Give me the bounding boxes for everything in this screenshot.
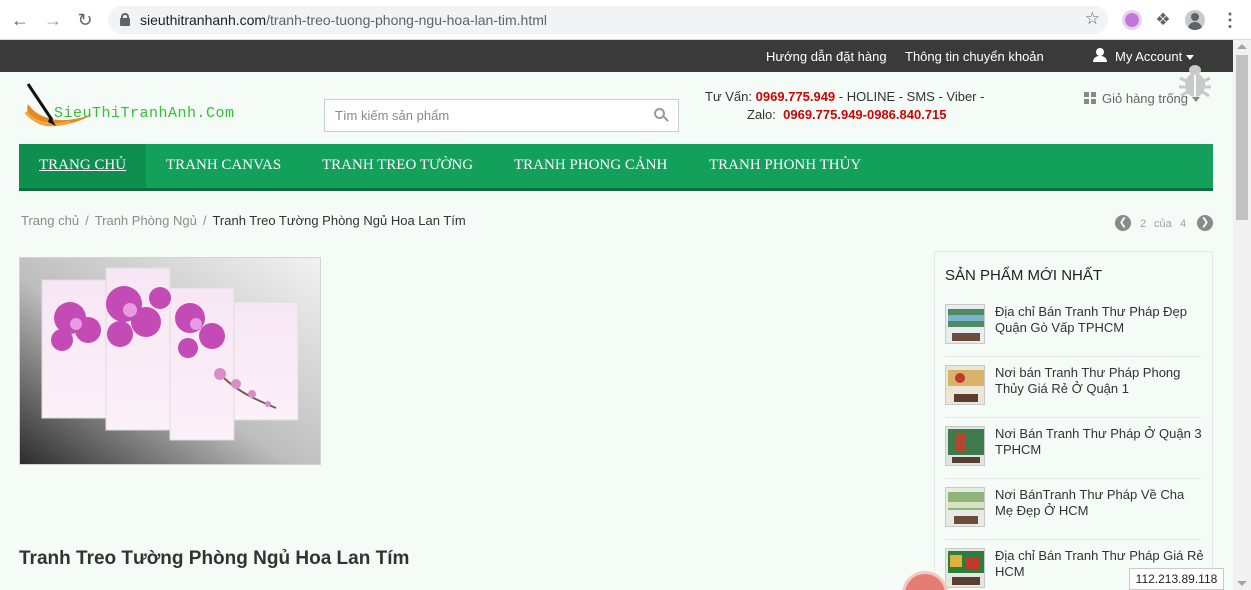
breadcrumb: Trang chủ / Tranh Phòng Ngủ / Tranh Treo Tườ… — [21, 213, 466, 228]
browser-menu-icon[interactable]: ⋮ — [1220, 10, 1240, 30]
scroll-thumb[interactable] — [1236, 55, 1248, 220]
breadcrumb-home[interactable]: Trang chủ — [21, 213, 79, 228]
url-path: /tranh-treo-tuong-phong-ngu-hoa-lan-tim.… — [266, 12, 548, 28]
url-text[interactable]: sieuthitranhanh.com/tranh-treo-tuong-pho… — [140, 12, 547, 28]
order-guide-link[interactable]: Hướng dẫn đặt hàng — [766, 49, 887, 64]
breadcrumb-current: Tranh Treo Tường Phòng Ngủ Hoa Lan Tím — [212, 213, 466, 228]
zalo-label: Zalo: — [747, 107, 776, 122]
list-item[interactable]: Nơi BánTranh Thư Pháp Về Cha Mẹ Đẹp Ở HC… — [945, 479, 1201, 540]
main-navigation: TRANG CHỦ TRANH CANVAS TRANH TREO TƯỜNG … — [19, 144, 1213, 191]
user-icon — [1093, 48, 1107, 62]
next-chevron-icon[interactable]: ❯ — [1197, 215, 1213, 231]
consult-channels: - HOLINE - SMS - Viber - — [838, 89, 985, 104]
search-icon[interactable] — [654, 108, 670, 124]
product-link[interactable]: Nơi Bán Tranh Thư Pháp Ở Quận 3 TPHCM — [995, 426, 1205, 458]
profile-avatar-icon[interactable] — [1185, 10, 1205, 30]
site-logo[interactable]: SieuThiTranhAnh.Com — [22, 82, 272, 132]
product-thumbnail[interactable] — [945, 487, 985, 527]
zalo-line: Zalo: 0969.775.949-0986.840.715 — [747, 107, 947, 122]
url-domain: sieuthitranhanh.com — [140, 12, 267, 28]
breadcrumb-separator: / — [85, 213, 89, 228]
nav-item-wall-art[interactable]: TRANH TREO TƯỜNG — [302, 144, 493, 188]
reload-icon[interactable]: ↻ — [74, 9, 96, 31]
search-input[interactable] — [325, 100, 645, 131]
prev-chevron-icon[interactable]: ❮ — [1115, 215, 1131, 231]
search-box — [324, 99, 679, 132]
nav-item-landscape[interactable]: TRANH PHONG CẢNH — [494, 144, 687, 188]
list-item[interactable]: Nơi Bán Tranh Thư Pháp Ở Quận 3 TPHCM — [945, 418, 1202, 479]
extension-icon[interactable] — [1122, 10, 1142, 30]
back-arrow-icon[interactable]: ← — [9, 9, 31, 31]
list-item[interactable]: Địa chỉ Bán Tranh Thư Pháp Đẹp Quận Gò V… — [945, 296, 1201, 357]
sidebar-title: SẢN PHẨM MỚI NHẤT — [945, 267, 1103, 284]
product-thumbnail[interactable] — [945, 365, 985, 405]
pager-current: 2 — [1140, 218, 1147, 230]
bug-icon[interactable] — [1178, 62, 1212, 100]
product-link[interactable]: Nơi BánTranh Thư Pháp Về Cha Mẹ Đẹp Ở HC… — [995, 487, 1205, 519]
bookmark-star-icon[interactable]: ☆ — [1085, 9, 1100, 29]
nav-item-canvas[interactable]: TRANH CANVAS — [146, 144, 301, 188]
consult-phone[interactable]: 0969.775.949 — [756, 89, 836, 104]
orchid-canvas-image — [20, 258, 320, 464]
product-thumbnail[interactable] — [945, 304, 985, 344]
list-item[interactable]: Nơi bán Tranh Thư Pháp Phong Thủy Giá Rẻ… — [945, 357, 1201, 418]
product-title: Tranh Treo Tường Phòng Ngủ Hoa Lan Tím — [19, 548, 410, 569]
pager-of: của — [1154, 218, 1172, 230]
lock-icon — [120, 13, 130, 26]
product-image[interactable] — [19, 257, 321, 465]
chevron-down-icon — [1186, 55, 1195, 61]
product-link[interactable]: Nơi bán Tranh Thư Pháp Phong Thủy Giá Rẻ… — [995, 365, 1205, 397]
logo-text: SieuThiTranhAnh.Com — [54, 105, 235, 122]
scroll-up-icon[interactable] — [1237, 44, 1247, 49]
nav-item-home[interactable]: TRANG CHỦ — [19, 144, 147, 188]
newest-products-sidebar: SẢN PHẨM MỚI NHẤT Địa chỉ Bán Tranh Thư … — [934, 251, 1213, 590]
transfer-info-link[interactable]: Thông tin chuyển khoản — [905, 49, 1044, 64]
ip-address-badge: 112.213.89.118 — [1129, 568, 1224, 590]
my-account-label: My Account — [1115, 49, 1183, 64]
address-bar[interactable]: sieuthitranhanh.com/tranh-treo-tuong-pho… — [108, 6, 1108, 34]
grid-cart-icon — [1084, 92, 1097, 105]
pager-total: 4 — [1180, 218, 1187, 230]
hotline-line: Tư Vấn: 0969.775.949 - HOLINE - SMS - Vi… — [705, 89, 984, 104]
forward-arrow-icon[interactable]: → — [42, 9, 64, 31]
product-thumbnail[interactable] — [945, 426, 985, 466]
scroll-down-icon[interactable] — [1237, 581, 1247, 586]
breadcrumb-category[interactable]: Tranh Phòng Ngủ — [95, 213, 197, 228]
top-bar: Hướng dẫn đặt hàng Thông tin chuyển khoả… — [0, 40, 1233, 72]
page-scrollbar[interactable] — [1233, 40, 1251, 590]
zalo-phones[interactable]: 0969.775.949-0986.840.715 — [783, 107, 946, 122]
product-thumbnail[interactable] — [945, 548, 985, 588]
product-link[interactable]: Địa chỉ Bán Tranh Thư Pháp Đẹp Quận Gò V… — [995, 304, 1205, 336]
extensions-puzzle-icon[interactable]: ❖ — [1153, 10, 1173, 30]
nav-item-feng-shui[interactable]: TRANH PHONH THỦY — [689, 144, 881, 188]
cart-label: Giỏ hàng trống — [1102, 91, 1189, 106]
consult-label: Tư Vấn: — [705, 89, 752, 104]
browser-toolbar: ← → ↻ sieuthitranhanh.com/tranh-treo-tuo… — [0, 0, 1251, 40]
breadcrumb-separator: / — [202, 213, 207, 228]
